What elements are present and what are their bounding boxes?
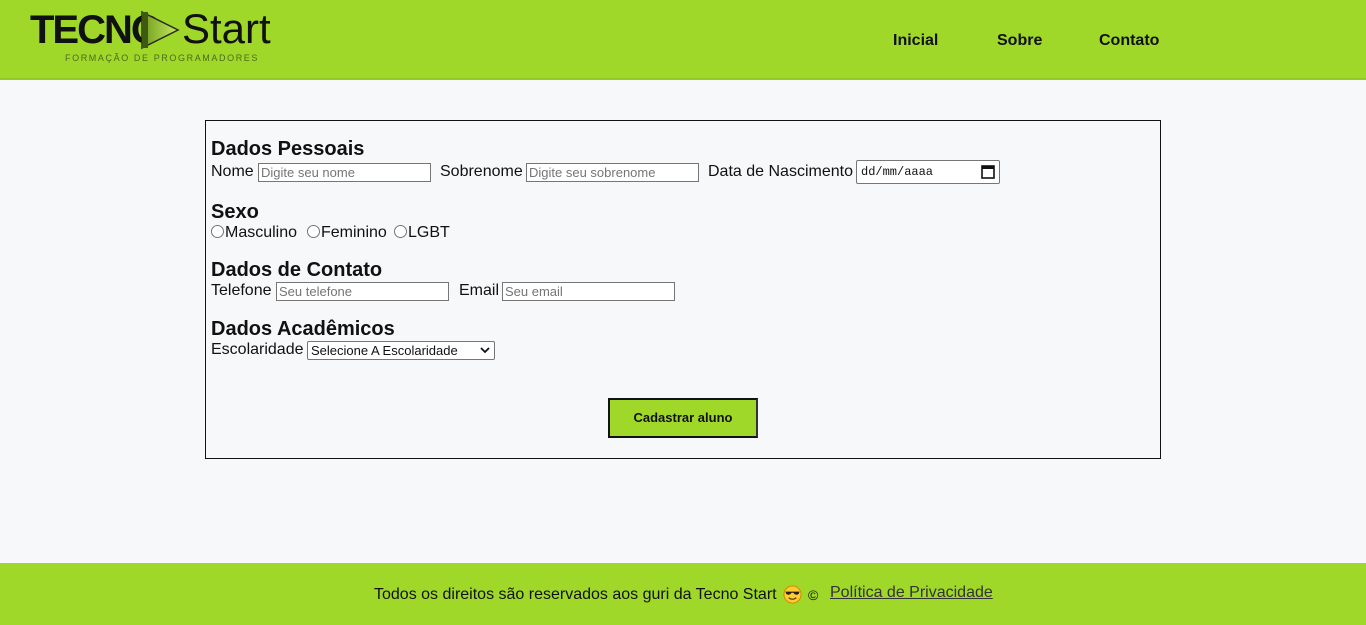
footer-rights-text: Todos os direitos são reservados aos gur… [374,586,777,603]
email-input[interactable]: Seu email [502,282,675,301]
section-title-contact: Dados de Contato [211,259,383,281]
birth-date-placeholder: dd/mm/aaaa [861,165,934,179]
education-select-value: Selecione A Escolaridade [311,343,458,358]
copyright-symbol: © [808,587,819,603]
email-label: Email [459,282,500,299]
phone-label: Telefone [211,282,272,299]
calendar-icon[interactable] [981,164,995,179]
birth-date-input[interactable]: dd/mm/aaaa [856,160,1000,184]
radio-lgbt[interactable] [394,225,407,238]
sunglasses-emoji-icon [783,585,802,604]
first-name-input[interactable]: Digite seu nome [258,163,431,182]
site-header: TECNO Start FORMAÇÃO DE PROGRAMADORES In… [0,0,1366,80]
last-name-input[interactable]: Digite seu sobrenome [526,163,699,182]
privacy-policy-link[interactable]: Política de Privacidade [830,583,993,603]
radio-label-feminino: Feminino [321,224,387,241]
nav-link-contato[interactable]: Contato [1099,31,1159,51]
section-title-personal: Dados Pessoais [211,138,365,160]
nav-link-inicial[interactable]: Inicial [893,31,938,51]
radio-label-lgbt: LGBT [408,224,450,241]
nav-link-sobre[interactable]: Sobre [997,31,1042,51]
first-name-label: Nome [211,163,254,180]
phone-input[interactable]: Seu telefone [276,282,449,301]
section-title-gender: Sexo [211,201,259,223]
radio-label-masculino: Masculino [225,224,298,241]
student-registration-form: Dados Pessoais Nome Digite seu nome Sobr… [205,120,1161,459]
section-title-academic: Dados Acadêmicos [211,318,395,340]
logo-tagline: FORMAÇÃO DE PROGRAMADORES [65,53,260,63]
chevron-down-icon [480,347,490,354]
radio-masculino[interactable] [211,225,224,238]
site-footer: Todos os direitos são reservados aos gur… [0,563,1366,625]
education-label: Escolaridade [211,341,304,358]
last-name-label: Sobrenome [440,163,523,180]
birth-date-label: Data de Nascimento [708,163,853,180]
submit-button[interactable]: Cadastrar aluno [608,398,758,438]
radio-feminino[interactable] [307,225,320,238]
main-nav: Inicial Sobre Contato [0,31,1366,51]
education-select[interactable]: Selecione A Escolaridade [307,341,495,360]
